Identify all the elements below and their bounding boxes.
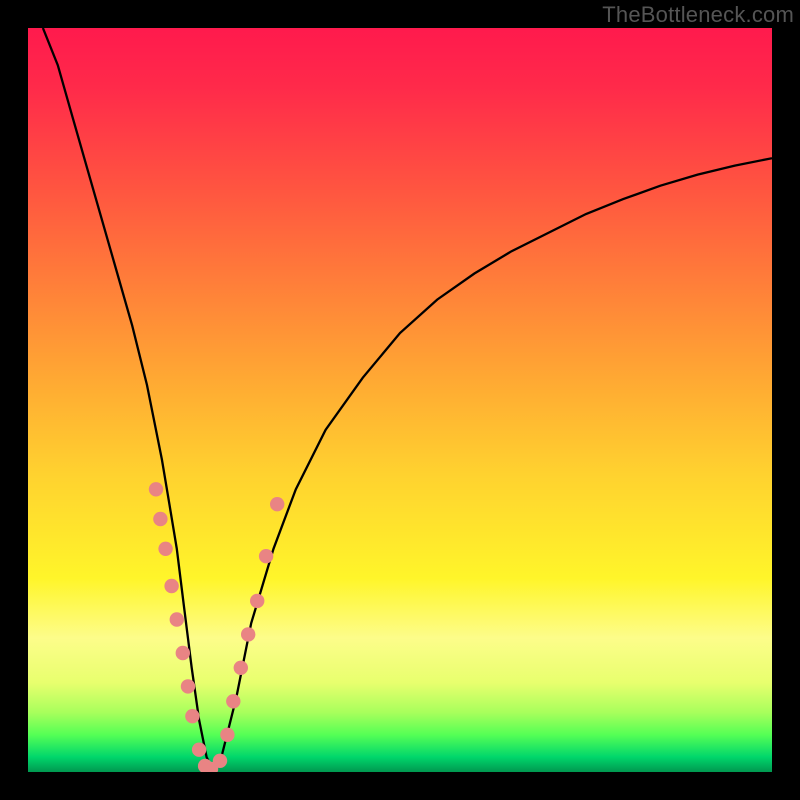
data-point — [220, 728, 234, 742]
data-point — [176, 646, 190, 660]
bottleneck-curve — [43, 28, 772, 772]
data-point — [153, 512, 167, 526]
chart-frame: TheBottleneck.com — [0, 0, 800, 800]
data-point — [234, 661, 248, 675]
plot-area — [28, 28, 772, 772]
data-point — [185, 709, 199, 723]
watermark-text: TheBottleneck.com — [602, 2, 794, 28]
data-point — [259, 549, 273, 563]
data-point — [181, 679, 195, 693]
data-point — [241, 627, 255, 641]
data-point — [170, 612, 184, 626]
curve-points — [149, 482, 285, 772]
chart-svg — [28, 28, 772, 772]
data-point — [149, 482, 163, 496]
data-point — [158, 542, 172, 556]
data-point — [192, 743, 206, 757]
data-point — [213, 754, 227, 768]
data-point — [250, 594, 264, 608]
data-point — [226, 694, 240, 708]
data-point — [164, 579, 178, 593]
data-point — [270, 497, 284, 511]
